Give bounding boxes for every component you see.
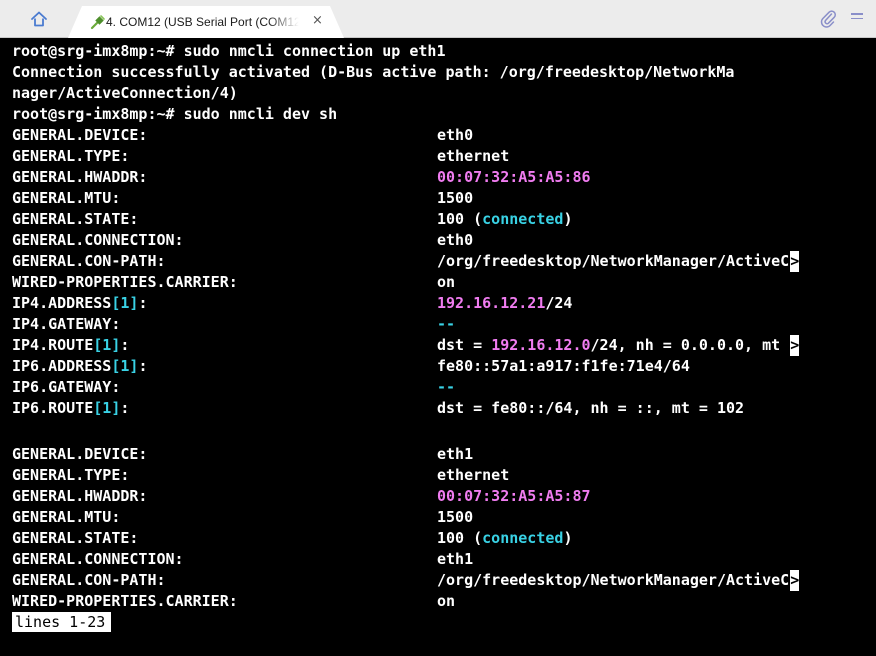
field-label: GENERAL.STATE: [12,529,139,547]
field-label: GENERAL.DEVICE: [12,126,148,144]
field-value: 1500 [437,189,474,207]
field-label: IP6.GATEWAY: [12,378,121,396]
output-line: nager/ActiveConnection/4) [12,84,238,102]
state-connected: connected [482,210,564,228]
field-label: GENERAL.HWADDR: [12,487,148,505]
field-value: dst = 192.16.12.0/24, nh = 0.0.0.0, mt > [437,335,799,356]
field-label: GENERAL.TYPE: [12,466,130,484]
state-close: ) [563,210,573,228]
route-suffix: /24, nh = 0.0.0.0, mt [590,336,790,354]
label-colon: : [138,357,148,375]
menu-icon[interactable] [851,13,863,23]
field-label: GENERAL.STATE: [12,210,139,228]
ip-address: 192.16.12.21 [437,294,546,312]
tab-com12[interactable]: 4. COM12 (USB Serial Port (COM12)) × [68,6,344,38]
overflow-marker: > [790,335,800,356]
state-value: 100 (connected) [437,528,572,549]
label-prefix: IP4.ROUTE [12,336,94,354]
output-line: Connection successfully activated (D-Bus… [12,63,735,81]
field-value: on [437,592,456,610]
field-value: /org/freedesktop/NetworkManager/ActiveC> [437,570,799,591]
index-bracket: [1] [93,336,121,354]
terminal-output[interactable]: root@srg-imx8mp:~# sudo nmcli connection… [0,38,876,656]
route-prefix: dst = [437,336,492,354]
label-prefix: IP4.ADDRESS [12,294,112,312]
state-connected: connected [482,529,564,547]
field-value: on [437,273,456,291]
state-close: ) [563,529,573,547]
field-value: ethernet [437,466,510,484]
field-label: IP6.ADDRESS[1]: [12,356,147,377]
state-value: 100 (connected) [437,209,572,230]
tab-title-fade [268,10,312,34]
field-label: GENERAL.CON-PATH: [12,571,166,589]
field-label: GENERAL.HWADDR: [12,168,148,186]
label-prefix: IP6.ROUTE [12,399,94,417]
terminal-window: 4. COM12 (USB Serial Port (COM12)) × roo… [0,0,876,656]
mac-address-value: 00:07:32:A5:A5:86 [437,168,591,186]
route-ip: 192.16.12.0 [491,336,591,354]
index-bracket: [1] [111,357,139,375]
tab-bar: 4. COM12 (USB Serial Port (COM12)) × [0,0,876,38]
field-label: WIRED-PROPERTIES.CARRIER: [12,273,238,291]
home-icon[interactable] [30,10,48,28]
state-code: 100 ( [437,529,483,547]
serial-cable-icon [90,15,105,30]
field-value: -- [437,315,456,333]
field-label: GENERAL.TYPE: [12,147,130,165]
field-label: GENERAL.CONNECTION: [12,550,184,568]
label-colon: : [138,294,148,312]
mac-address-value: 00:07:32:A5:A5:87 [437,487,591,505]
state-code: 100 ( [437,210,483,228]
field-label: IP4.ROUTE[1]: [12,335,129,356]
field-value: -- [437,378,456,396]
field-value: eth1 [437,550,474,568]
overflow-marker: > [790,251,800,272]
pager-status: lines 1-23 [12,612,112,632]
field-label: IP4.ADDRESS[1]: [12,293,147,314]
con-path: /org/freedesktop/NetworkManager/ActiveC [437,252,790,270]
label-colon: : [120,336,130,354]
paperclip-icon[interactable] [818,8,838,28]
field-value: eth1 [437,445,474,463]
field-label: GENERAL.CON-PATH: [12,252,166,270]
field-label: WIRED-PROPERTIES.CARRIER: [12,592,238,610]
command-line: root@srg-imx8mp:~# sudo nmcli connection… [12,42,446,60]
field-value: 1500 [437,508,474,526]
index-bracket: [1] [111,294,139,312]
field-value: /org/freedesktop/NetworkManager/ActiveC> [437,251,799,272]
label-prefix: IP6.ADDRESS [12,357,112,375]
field-label: GENERAL.CONNECTION: [12,231,184,249]
label-colon: : [120,399,130,417]
field-value: eth0 [437,231,474,249]
field-label: IP4.GATEWAY: [12,315,121,333]
field-value: ethernet [437,147,510,165]
field-label: GENERAL.MTU: [12,189,121,207]
close-tab-icon[interactable]: × [312,13,323,28]
field-label: GENERAL.DEVICE: [12,445,148,463]
field-value: fe80::57a1:a917:f1fe:71e4/64 [437,357,690,375]
ip-mask: /24 [545,294,573,312]
field-value: eth0 [437,126,474,144]
field-value: 192.16.12.21/24 [437,293,572,314]
field-label: GENERAL.MTU: [12,508,121,526]
field-label: IP6.ROUTE[1]: [12,398,129,419]
field-value: dst = fe80::/64, nh = ::, mt = 102 [437,399,745,417]
overflow-marker: > [790,570,800,591]
con-path: /org/freedesktop/NetworkManager/ActiveC [437,571,790,589]
index-bracket: [1] [93,399,121,417]
command-line: root@srg-imx8mp:~# sudo nmcli dev sh [12,105,338,123]
